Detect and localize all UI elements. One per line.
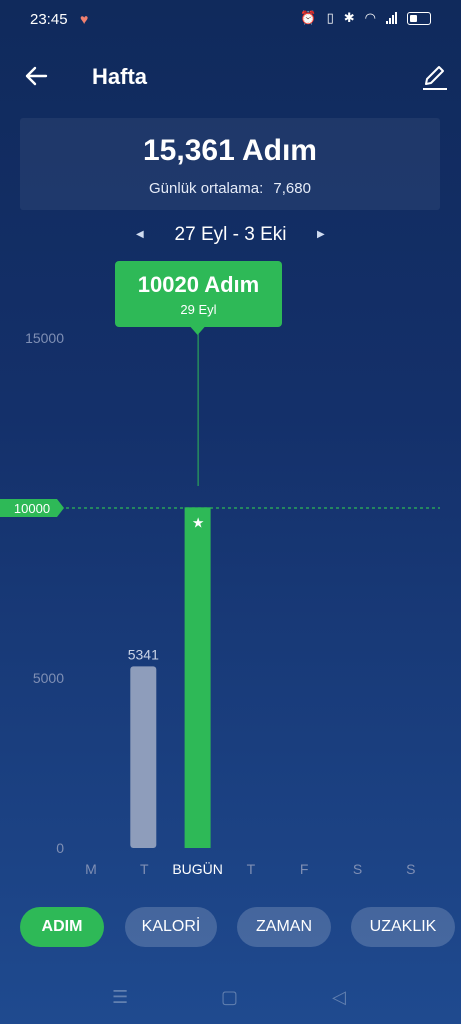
y-tick-label: 0: [56, 840, 64, 856]
goal-label: 10000: [14, 501, 50, 516]
bar: [130, 666, 157, 848]
signal-icon: [386, 12, 397, 24]
chart-canvas: 0 5000 15000 10000 10020 Adım 29 Eyl 5341 ★ M T BU…: [0, 261, 440, 877]
x-category-label: T: [247, 861, 256, 877]
wifi-icon: ◠: [364, 10, 376, 25]
status-bar: 23:45 ♥ ⏰ ▯ ✱ ◠: [0, 0, 461, 40]
tab-kalori[interactable]: KALORİ: [125, 907, 217, 947]
daily-average: Günlük ortalama: 7,680: [20, 180, 440, 197]
health-app-icon: ♥: [80, 11, 89, 27]
back-triangle-icon[interactable]: ◁: [332, 987, 346, 1008]
vibrate-icon: ▯: [326, 10, 334, 25]
tooltip-value: 10020 Adım: [138, 272, 259, 297]
steps-chart[interactable]: 0 5000 15000 10000 10020 Adım 29 Eyl 5341 ★ M T BU…: [0, 250, 461, 890]
tab-zaman[interactable]: ZAMAN: [237, 907, 331, 947]
x-category-label: T: [140, 861, 149, 877]
alarm-icon: ⏰: [300, 10, 317, 25]
back-button[interactable]: [22, 62, 52, 92]
bar: [184, 507, 211, 848]
menu-icon[interactable]: ☰: [112, 987, 128, 1008]
x-category-label: BUGÜN: [172, 860, 223, 877]
summary-card: 15,361 Adım Günlük ortalama: 7,680: [20, 118, 440, 210]
daily-average-label: Günlük ortalama:: [149, 180, 264, 197]
system-navigation: ☰ ▢ ◁: [0, 975, 461, 1020]
tooltip-date: 29 Eyl: [180, 302, 216, 317]
y-tick-label: 5000: [33, 670, 64, 686]
bar-data-label: 5341: [128, 646, 159, 662]
tab-adim[interactable]: ADIM: [20, 907, 104, 947]
daily-average-value: 7,680: [273, 180, 311, 197]
total-steps: 15,361 Adım: [143, 134, 317, 167]
back-arrow-icon: [25, 66, 48, 86]
battery-icon: [407, 11, 431, 25]
tab-uzaklik[interactable]: UZAKLIK: [351, 907, 455, 947]
status-icons: ⏰ ▯ ✱ ◠: [300, 10, 431, 26]
next-week-button[interactable]: ▶: [317, 229, 325, 240]
y-tick-label: 15000: [25, 330, 64, 346]
x-category-label: F: [300, 861, 309, 877]
x-category-label: S: [406, 861, 415, 877]
pencil-icon: [423, 66, 447, 90]
tooltip-pointer: [190, 327, 205, 335]
x-category-label: M: [85, 861, 97, 877]
metric-tabs: ADIM KALORİ ZAMAN UZAKLIK: [20, 907, 460, 947]
edit-button[interactable]: [420, 62, 448, 92]
date-range: 27 Eyl - 3 Eki: [174, 224, 287, 245]
page-title: Hafta: [92, 64, 148, 89]
status-time: 23:45: [30, 11, 68, 28]
goal-star-icon: ★: [192, 515, 205, 531]
x-category-label: S: [353, 861, 362, 877]
home-icon[interactable]: ▢: [221, 987, 238, 1008]
bluetooth-icon: ✱: [343, 10, 355, 25]
